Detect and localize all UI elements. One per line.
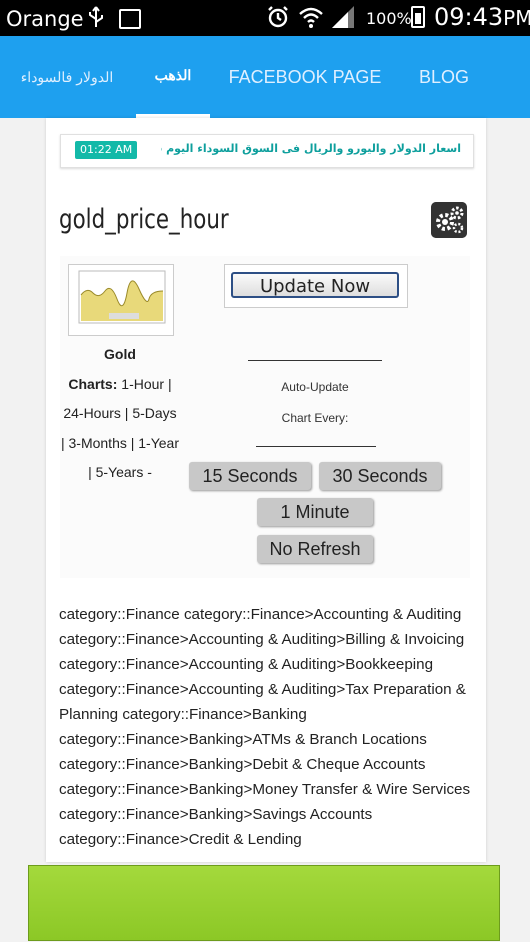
chart-links-title: Gold	[104, 346, 136, 362]
clock-suffix: PM	[503, 6, 530, 30]
interval-30-seconds-button[interactable]: 30 Seconds	[319, 462, 441, 490]
usb-icon	[89, 6, 103, 27]
tab-blog[interactable]: BLOG	[404, 36, 484, 118]
widget-title: gold_price_hour	[59, 204, 229, 235]
content-card: 01:22 AM اسعار الدولار واليورو والريال ف…	[46, 118, 486, 862]
tab-gold[interactable]: الذهب	[136, 36, 210, 118]
tab-black-market-dollar[interactable]: الدولار فالسوداء	[0, 36, 134, 118]
update-now-button[interactable]: Update Now	[231, 272, 399, 298]
no-refresh-button[interactable]: No Refresh	[257, 535, 373, 563]
interval-1-minute-button[interactable]: 1 Minute	[257, 498, 373, 526]
battery-icon	[411, 6, 425, 28]
clock-time: 09:43	[434, 3, 504, 31]
gallery-icon	[119, 9, 141, 29]
divider	[248, 360, 382, 361]
status-bar: Orange 100% 09:43PM	[0, 0, 530, 36]
ad-banner[interactable]	[28, 865, 500, 941]
alarm-icon	[268, 6, 288, 28]
divider	[256, 446, 376, 447]
chart-links-label: Charts:	[68, 375, 118, 392]
interval-15-seconds-button[interactable]: 15 Seconds	[189, 462, 311, 490]
battery-percent: 100%	[366, 9, 412, 28]
chart-links: Gold Charts: 1-Hour | 24-Hours | 5-Days …	[60, 340, 180, 488]
tab-bar: الدولار فالسوداء الذهب FACEBOOK PAGE BLO…	[0, 36, 530, 118]
signal-icon	[332, 6, 354, 28]
chart-every-label: Chart Every:	[281, 411, 349, 425]
clock: 09:43PM	[434, 3, 530, 31]
gold-chart-widget: Gold Charts: 1-Hour | 24-Hours | 5-Days …	[60, 256, 470, 578]
update-button-frame: Update Now	[224, 264, 408, 308]
settings-gear-icon[interactable]	[431, 202, 467, 238]
gold-chart-thumbnail[interactable]	[68, 264, 174, 336]
auto-update-label: Auto-Update	[281, 380, 349, 394]
news-ticker[interactable]: 01:22 AM اسعار الدولار واليورو والريال ف…	[60, 134, 474, 168]
carrier-name: Orange	[6, 7, 84, 31]
ticker-time-badge: 01:22 AM	[75, 141, 138, 159]
wifi-icon	[299, 7, 323, 28]
tab-facebook-page[interactable]: FACEBOOK PAGE	[214, 36, 396, 118]
ticker-headline[interactable]: اسعار الدولار واليورو والريال فى السوق ا…	[161, 142, 461, 155]
category-tags-text: category::Finance category::Finance>Acco…	[59, 606, 471, 848]
